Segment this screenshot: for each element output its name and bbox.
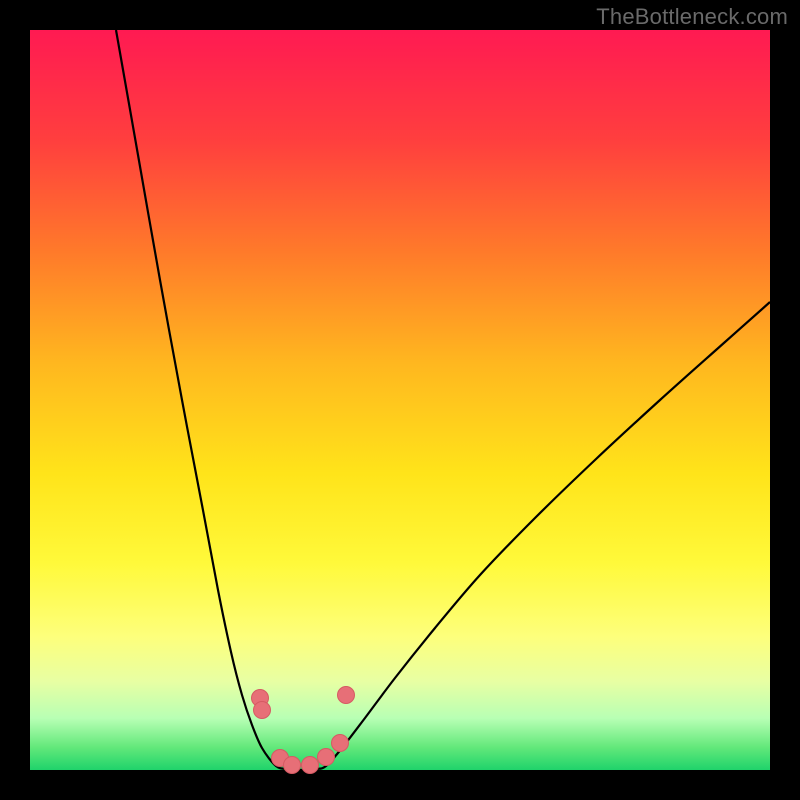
data-dot-7 xyxy=(338,687,355,704)
bottleneck-curve xyxy=(116,30,770,770)
watermark-text: TheBottleneck.com xyxy=(596,4,788,30)
data-dots xyxy=(252,687,355,774)
data-dot-3 xyxy=(284,757,301,774)
data-dot-5 xyxy=(318,749,335,766)
chart-frame: TheBottleneck.com xyxy=(0,0,800,800)
plot-area xyxy=(30,30,770,770)
data-dot-6 xyxy=(332,735,349,752)
curve-svg xyxy=(30,30,770,770)
data-dot-1 xyxy=(254,702,271,719)
data-dot-4 xyxy=(302,757,319,774)
